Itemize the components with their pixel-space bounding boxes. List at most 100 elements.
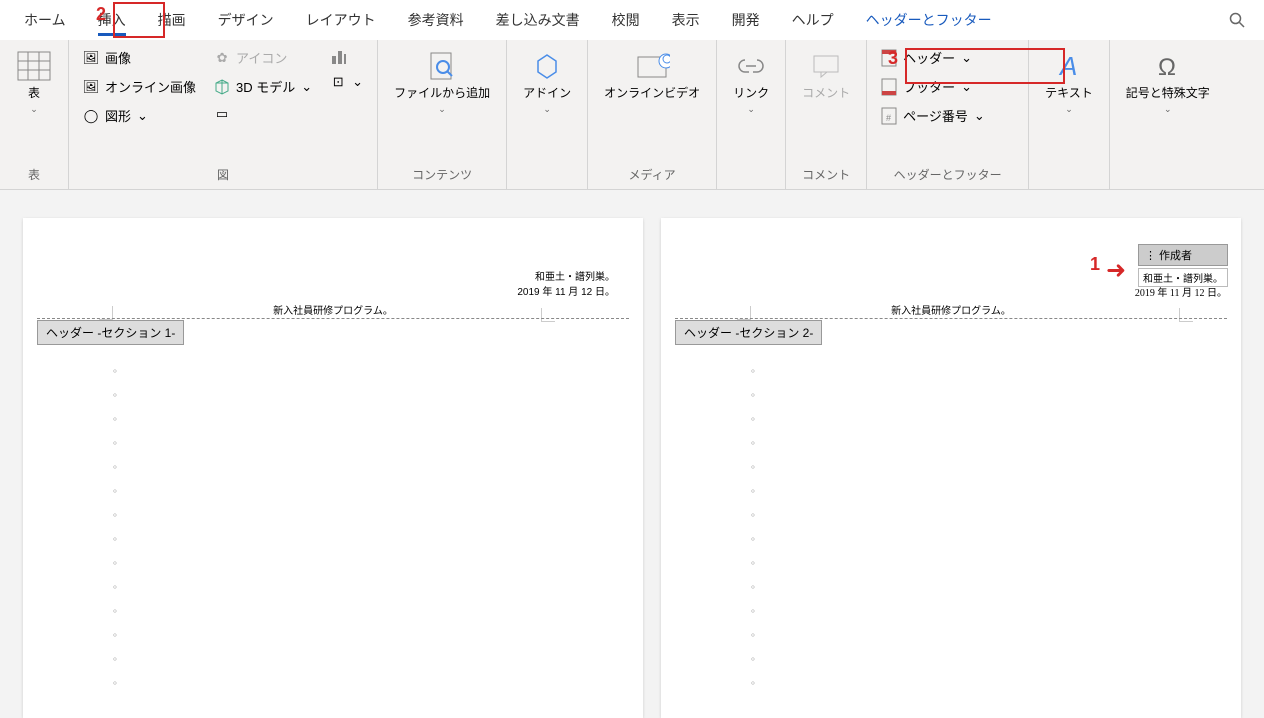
textbox-button[interactable]: A テキスト⌄ [1037,44,1101,119]
chevron-down-icon: ⌄ [974,108,985,124]
arrow-icon: ➜ [1106,256,1126,285]
chevron-down-icon: ⌄ [961,50,972,66]
group-symbols-label [1118,179,1218,187]
table-button[interactable]: 表 ⌄ [8,44,60,119]
chevron-down-icon: ⌄ [137,108,148,124]
section-label-1: ヘッダー -セクション 1- [37,320,184,345]
annotation-number-3: 3 [888,48,898,69]
smartart-icon: ▭ [214,106,230,122]
symbols-label: 記号と特殊文字 [1126,86,1210,102]
screenshot-icon: ⊡ [330,74,346,90]
chevron-down-icon: ⌄ [301,79,312,95]
margin-corner [1179,308,1193,322]
tab-references[interactable]: 参考資料 [394,2,478,38]
online-video-button[interactable]: オンラインビデオ [596,44,708,106]
footer-button[interactable]: フッター ⌄ [875,73,1020,100]
tab-design[interactable]: デザイン [204,2,288,38]
group-media-label: メディア [596,162,708,187]
online-picture-icon: 🖼 [83,79,99,95]
text-icon: A [1051,48,1087,84]
online-pictures-label: オンライン画像 [105,77,196,96]
page-2[interactable]: 1 ➜ ⋮作成者 和亜土・譜列巣。 2019 年 11 月 12 日。 新入社員… [661,218,1241,718]
tab-header-footer[interactable]: ヘッダーとフッター [852,2,1006,38]
group-link-label [725,179,777,187]
group-table-label: 表 [8,162,60,187]
link-icon [733,48,769,84]
footer-label: フッター [903,77,955,96]
page-number-label: ページ番号 [903,106,968,125]
group-text-label [1037,179,1101,187]
omega-icon: Ω [1150,48,1186,84]
chevron-down-icon: ⌄ [1164,104,1172,115]
file-search-icon [424,48,460,84]
p1-author: 和亜土・譜列巣。 [517,270,615,285]
author-property-tag[interactable]: ⋮作成者 [1138,244,1228,266]
ribbon: 3 表 ⌄ 表 🖼画像 🖼オンライン画像 ◯図形⌄ ✿アイコン 3D モデル⌄ … [0,40,1264,190]
shapes-label: 図形 [105,106,131,125]
section-label-2: ヘッダー -セクション 2- [675,320,822,345]
chart-button[interactable] [324,44,369,68]
symbols-button[interactable]: Ω 記号と特殊文字 ⌄ [1118,44,1218,119]
margin-corner [541,308,555,322]
comment-label: コメント [802,86,850,102]
screenshot-button[interactable]: ⊡⌄ [324,70,369,94]
tab-mailings[interactable]: 差し込み文書 [482,2,594,38]
pictures-label: 画像 [105,48,131,67]
group-addins-label [515,179,579,187]
tab-draw[interactable]: 描画 [144,2,200,38]
ribbon-tabs: ホーム 挿入 描画 デザイン レイアウト 参考資料 差し込み文書 校閲 表示 開… [0,0,1264,40]
annotation-number-1: 1 [1090,254,1100,275]
author-tag-label: 作成者 [1159,247,1192,263]
tab-insert[interactable]: 挿入 [84,2,140,38]
svg-text:#: # [886,113,891,123]
addins-button[interactable]: アドイン ⌄ [515,44,579,119]
tab-developer[interactable]: 開発 [718,2,774,38]
handle-icon: ⋮ [1145,249,1156,262]
chart-icon [330,48,346,64]
video-icon [634,48,670,84]
comment-button[interactable]: コメント [794,44,858,106]
search-icon[interactable] [1220,3,1254,37]
online-video-label: オンラインビデオ [604,86,700,102]
chevron-down-icon: ⌄ [961,79,972,95]
online-pictures-button[interactable]: 🖼 オンライン画像 [77,73,202,100]
comment-icon [808,48,844,84]
group-illustrations-label: 図 [77,162,369,187]
footer-icon [881,79,897,95]
addins-label: アドイン [523,86,571,102]
page-1[interactable]: 和亜土・譜列巣。 2019 年 11 月 12 日。 新入社員研修プログラム。 … [23,218,643,718]
tab-home[interactable]: ホーム [10,2,80,38]
p1-title: 新入社員研修プログラム。 [273,302,393,317]
chevron-down-icon: ⌄ [543,104,551,115]
shapes-icon: ◯ [83,108,99,124]
cube-icon [214,79,230,95]
body-paragraphs: 。。。。。。。。。。。。。。 [113,358,123,694]
reuse-files-label: ファイルから追加 [394,86,490,102]
icons-label: アイコン [236,48,287,67]
group-hf-label: ヘッダーとフッター [875,162,1020,187]
reuse-files-button[interactable]: ファイルから追加 ⌄ [386,44,498,119]
tab-view[interactable]: 表示 [658,2,714,38]
svg-text:A: A [1058,51,1077,81]
chevron-down-icon: ⌄ [30,104,38,115]
chevron-down-icon: ⌄ [352,74,363,90]
tab-layout[interactable]: レイアウト [292,2,390,38]
body-paragraphs: 。。。。。。。。。。。。。。 [751,358,761,694]
page-number-button[interactable]: # ページ番号 ⌄ [875,102,1020,129]
page-number-icon: # [881,108,897,124]
p1-date: 2019 年 11 月 12 日。 [517,285,615,300]
icons-button[interactable]: ✿アイコン [208,44,318,71]
svg-text:Ω: Ω [1158,54,1176,81]
pictures-button[interactable]: 🖼画像 [77,44,202,71]
tab-help[interactable]: ヘルプ [778,2,848,38]
shapes-button[interactable]: ◯ 図形 ⌄ [77,102,202,129]
smartart-button[interactable]: ▭ [208,102,318,126]
tab-review[interactable]: 校閲 [598,2,654,38]
section-divider [37,318,629,319]
p2-date: 2019 年 11 月 12 日。 [1135,284,1227,299]
link-button[interactable]: リンク⌄ [725,44,777,119]
3d-models-button[interactable]: 3D モデル⌄ [208,73,318,100]
section-divider [675,318,1227,319]
annotation-number-2: 2 [96,4,106,25]
chevron-down-icon: ⌄ [438,104,446,115]
